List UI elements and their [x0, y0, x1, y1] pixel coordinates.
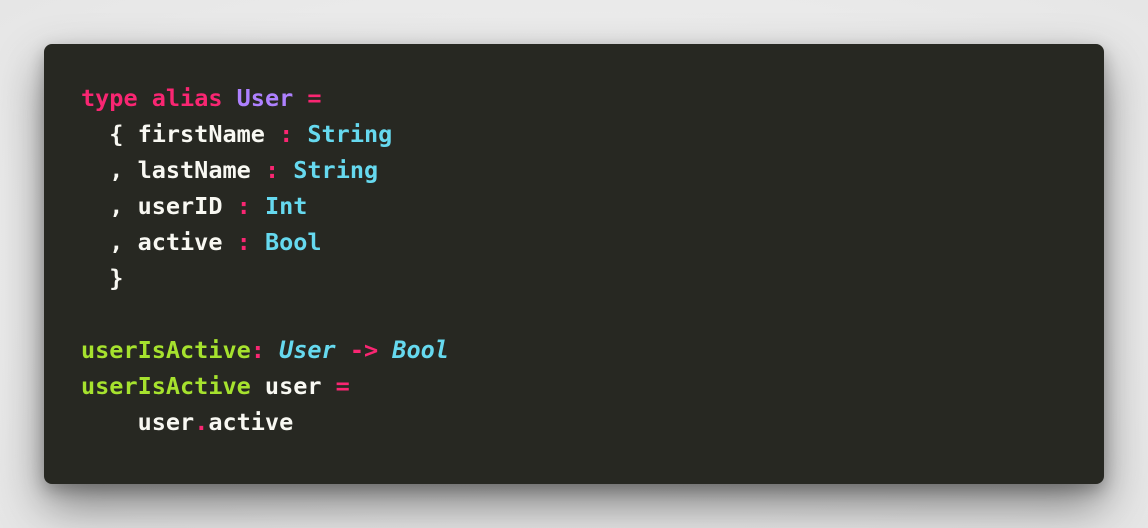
code-token-type: Int [264, 192, 308, 220]
code-token-type-italic: User [279, 336, 336, 364]
code-token-type: Bool [264, 228, 322, 256]
code-window: type alias User = { firstName : String ,… [44, 44, 1104, 484]
code-line: , userID : Int [81, 188, 449, 224]
code-block: type alias User = { firstName : String ,… [81, 80, 449, 440]
code-token-operator: = [307, 84, 322, 112]
code-token-plain: , active [81, 228, 237, 256]
code-token-plain: } [81, 264, 124, 292]
code-line: , lastName : String [81, 152, 449, 188]
code-line: userIsActive user = [81, 368, 449, 404]
code-token-plain: , userID [81, 192, 237, 220]
code-line: , active : Bool [81, 224, 449, 260]
code-line: type alias User = [81, 80, 449, 116]
code-token-plain: { firstName [81, 120, 280, 148]
code-token-operator: . [194, 408, 209, 436]
code-token-type: String [307, 120, 393, 148]
code-token-keyword: alias [151, 84, 223, 112]
code-token-plain: , lastName [81, 156, 265, 184]
code-token-operator: : [236, 192, 251, 220]
code-token-type-italic: Bool [392, 336, 449, 364]
code-line: { firstName : String [81, 116, 449, 152]
code-token-function: userIsActive [81, 372, 251, 400]
code-token-operator: -> [349, 336, 379, 364]
code-token-function: userIsActive [81, 336, 251, 364]
code-line: userIsActive: User -> Bool [81, 332, 449, 368]
code-line: user.active [81, 404, 449, 440]
code-token-operator: : [236, 228, 251, 256]
code-line: } [81, 260, 449, 296]
code-token-operator: : [264, 156, 280, 184]
code-token-type: String [293, 156, 379, 184]
code-token-plain: user [250, 372, 336, 400]
code-token-operator: : [250, 336, 265, 364]
code-token-operator: = [335, 372, 350, 400]
code-token-keyword: type [81, 84, 138, 112]
code-token-plain: user [81, 408, 195, 436]
code-token-type-name: User [236, 84, 294, 112]
code-token-plain: active [208, 408, 294, 436]
code-token-operator: : [279, 120, 294, 148]
